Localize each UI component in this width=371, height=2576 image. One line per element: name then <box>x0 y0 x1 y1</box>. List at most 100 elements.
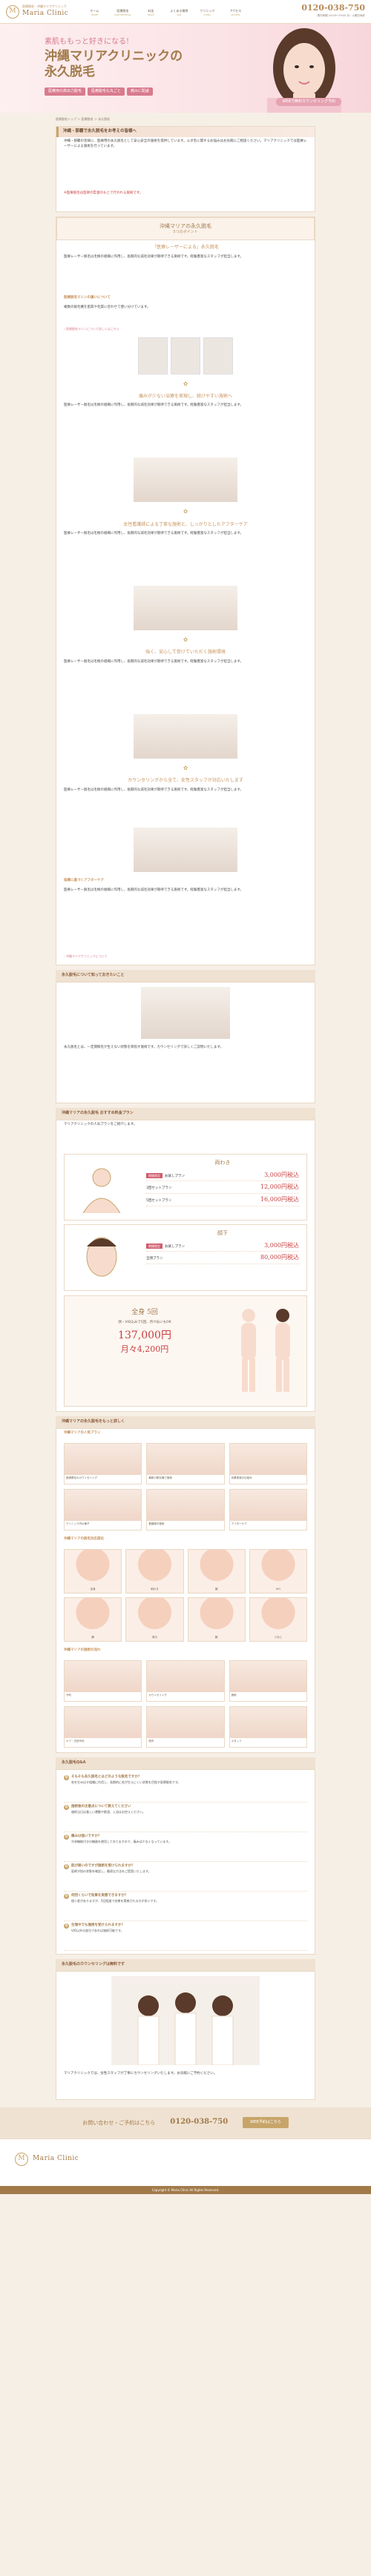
detail-card-image <box>147 1489 224 1521</box>
faq-question: そもそも永久脱毛とはどのような脱毛ですか？ <box>71 1774 142 1779</box>
flow-card[interactable]: ケア・次回予約 <box>64 1705 142 1748</box>
points-panel: 沖縄マリアの永久脱毛 5つのポイント 「医療レーザーによる」永久脱毛 医療レーザ… <box>56 216 315 965</box>
detail-card-image <box>229 1443 306 1475</box>
footer-logo[interactable]: M Maria Clinic <box>0 2139 371 2179</box>
detail-card[interactable]: 医療脱毛のカウンセリング <box>64 1442 142 1484</box>
part-card[interactable]: VIO <box>249 1548 307 1594</box>
part-card[interactable]: 腕 <box>187 1596 246 1642</box>
part-illustration <box>65 1549 122 1586</box>
tel-hours: 受付時間 10:00〜19:00 月・火曜日休診 <box>317 13 365 17</box>
machine-heading: 医療脱毛マシンの違いについて <box>64 295 111 300</box>
tel-number[interactable]: 0120-038-750 <box>301 2 365 14</box>
nav-label-en: FAQ <box>177 13 182 17</box>
flow-card[interactable]: 予約 <box>64 1659 142 1702</box>
points-heading-title: 沖縄マリアの永久脱毛 <box>160 222 211 229</box>
part-card[interactable]: 全身 <box>64 1548 122 1594</box>
intro-text: 沖縄・那覇の皆様に、医療用の永久脱毛として安心安全の施術を提供しています。ムダ毛… <box>64 139 307 148</box>
faq-item[interactable]: Q 施術後の注意点について教えてください 施術当日は激しい運動や飲酒、入浴はお控えく… <box>64 1803 307 1832</box>
flow-card-image <box>147 1660 224 1692</box>
knowledge-panel: 永久脱毛とは、一定期間毛が生えない状態を目指す施術です。カウンセリングで詳しくご… <box>56 981 315 1103</box>
detail-card[interactable]: アフターケア <box>229 1488 307 1530</box>
price-row-label: お試しプラン <box>165 1244 185 1249</box>
faq-item[interactable]: Q そもそも永久脱毛とはどのような脱毛ですか？ 毛を生み出す組織に作用し、長期的に毛… <box>64 1773 307 1803</box>
point4-photo <box>134 714 237 759</box>
faq-item[interactable]: Q 肌が弱いのですが施術を受けられますか？ 医師が肌の状態を確認し、最適な方法をご提… <box>64 1862 307 1892</box>
point3-text: 医療レーザー脱毛は毛根の組織に作用し、長期的な減毛効果が期待できる施術です。経験… <box>64 532 243 536</box>
point1-title: 「医療レーザーによる」永久脱毛 <box>152 245 219 251</box>
price-heading-text: 沖縄マリアの永久脱毛 <box>62 1111 99 1116</box>
intro-note: ※医療脱毛は医師の監督のもとで行われる施術です。 <box>64 191 143 195</box>
faq-item[interactable]: Q 痛みは強いですか？ 冷却機能付きの機器を使用しておりますので、痛みは少なくなって… <box>64 1832 307 1862</box>
flow-card-image <box>229 1660 306 1692</box>
faq-answer: 個人差がありますが、5回程度で効果を実感される方が多いです。 <box>71 1898 159 1903</box>
faq-item[interactable]: Q 何回くらいで効果を実感できますか？ 個人差がありますが、5回程度で効果を実感され… <box>64 1892 307 1921</box>
flow-card[interactable]: スタッフ <box>229 1705 307 1748</box>
site-footer: M Maria Clinic <box>0 2138 371 2186</box>
detail-card[interactable]: 効果実感の仕組み <box>229 1442 307 1484</box>
price-row: 3回セットプラン 12,000円税込 <box>146 1181 299 1195</box>
nav-clinic[interactable]: クリニック CLINIC <box>196 9 218 16</box>
detail-card-caption: クリニック内の様子 <box>66 1522 90 1525</box>
question-icon: Q <box>64 1863 69 1869</box>
flow-card[interactable]: 院内 <box>146 1705 225 1748</box>
machine-text: 複数の脱毛機を肌質や毛質に合わせて使い分けています。 <box>64 305 151 309</box>
nav-faq[interactable]: よくある質問 FAQ <box>168 9 190 16</box>
nav-access[interactable]: アクセス ACCESS <box>224 9 246 16</box>
divider-icon: ✿ <box>183 765 188 772</box>
web-reservation-button[interactable]: WEB予約はこちら <box>243 2116 289 2129</box>
details-sub3: 沖縄マリアの施術の流れ <box>64 1648 101 1652</box>
part-caption: 全身 <box>90 1587 96 1591</box>
detail-card[interactable]: 看護師が施術 <box>146 1488 225 1530</box>
price-card-armpit: 両わき 期間限定 お試しプラン 3,000円税込 3回セットプラン 12,000円税込… <box>64 1153 307 1221</box>
detail-card[interactable]: 最新の脱毛機で施術 <box>146 1442 225 1484</box>
nav-hair-removal[interactable]: 医療脱毛 HAIR REMOVAL <box>111 9 134 16</box>
price-row: 5回セットプラン 16,000円税込 <box>146 1194 299 1206</box>
logo-mark-icon: M <box>6 4 19 19</box>
flow-card-caption: カウンセリング <box>148 1693 167 1697</box>
part-caption: 腕 <box>214 1635 218 1639</box>
part-card[interactable]: 背中 <box>125 1596 184 1642</box>
flow-card[interactable]: 施術 <box>229 1659 307 1702</box>
limited-badge: 期間限定 <box>146 1172 162 1178</box>
price-row-label: 全顔プラン <box>146 1257 163 1261</box>
detail-card[interactable]: クリニック内の様子 <box>64 1488 142 1530</box>
flow-card-caption: ケア・次回予約 <box>66 1739 85 1743</box>
flow-card-image <box>65 1706 142 1738</box>
footer-tel[interactable]: 0120-038-750 <box>170 2117 228 2128</box>
knowledge-photo <box>141 986 230 1039</box>
machine-link[interactable]: › 医療脱毛マシンについて詳しくはこちら <box>56 326 315 333</box>
hero-cta-button[interactable]: WEBで無料カウンセリング予約 <box>276 98 341 107</box>
faq-answer: 医師が肌の状態を確認し、最適な方法をご提案いたします。 <box>71 1869 151 1873</box>
header-tel[interactable]: 0120-038-750 受付時間 10:00〜19:00 月・火曜日休診 <box>301 2 365 18</box>
faq-answer: 毛を生み出す組織に作用し、長期的に毛が生えにくい状態を目指す医療脱毛です。 <box>71 1780 181 1784</box>
divider-icon: ✿ <box>183 509 188 515</box>
part-card[interactable]: 顔 <box>187 1548 246 1594</box>
clinic-link[interactable]: › 沖縄マリアクリニックについて <box>56 953 315 965</box>
part-illustration <box>188 1549 245 1586</box>
machine-photos <box>56 333 315 379</box>
nav-home[interactable]: ホーム HOME <box>83 9 105 16</box>
full-body-plan: 全身 5回 顔・VIO込みで5回、月々払いもOK 137,000円 月々4,20… <box>64 1295 307 1407</box>
flow-card[interactable]: カウンセリング <box>146 1659 225 1702</box>
point5-photo <box>134 827 237 872</box>
nav-label-en: PRICE <box>147 13 154 17</box>
faq-item[interactable]: Q 生理中でも施術を受けられますか？ VIO以外の部位であれば施術可能です。 <box>64 1921 307 1951</box>
full-plan-title: 全身 5回 <box>131 1308 158 1316</box>
logo[interactable]: M 医療脱毛・沖縄マリアクリニック Maria Clinic <box>6 4 68 19</box>
face-icon <box>86 1237 117 1277</box>
price-row: 期間限定 お試しプラン 3,000円税込 <box>146 1169 299 1182</box>
hero-catch: 素肌ももっと好きになる! <box>45 38 130 46</box>
faq-answer: VIO以外の部位であれば施術可能です。 <box>71 1928 124 1932</box>
part-card[interactable]: 両わき <box>125 1548 184 1594</box>
detail-card-image <box>65 1443 142 1475</box>
flow-card-caption: スタッフ <box>231 1739 242 1743</box>
staff-photo <box>111 1975 260 2065</box>
hero-banner: 素肌ももっと好きになる! 沖縄マリアクリニックの 永久脱毛 医療用の高出力脱毛 … <box>0 24 371 113</box>
part-card[interactable]: 脚 <box>64 1596 122 1642</box>
part-card[interactable]: うなじ <box>249 1596 307 1642</box>
nav-price[interactable]: 料金 PRICE <box>139 9 162 16</box>
flow-card-caption: 院内 <box>148 1739 154 1743</box>
footer-logo-icon: M <box>15 2152 28 2166</box>
detail-card-caption: 最新の脱毛機で施術 <box>148 1476 172 1479</box>
part-illustration <box>65 1597 122 1634</box>
